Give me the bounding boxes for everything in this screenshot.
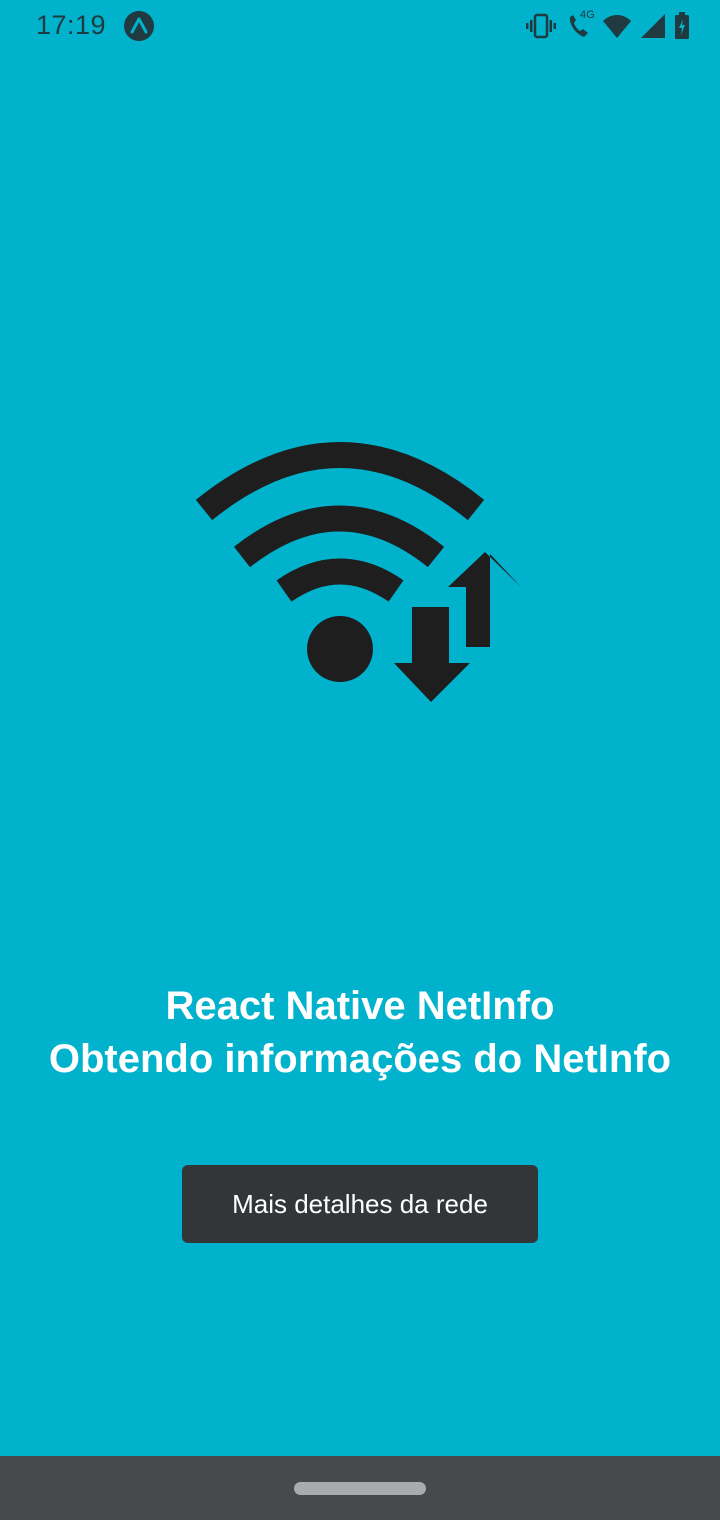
battery-charging-icon (675, 12, 689, 39)
wifi-icon (603, 15, 631, 38)
vibrate-icon (526, 13, 556, 39)
network-details-button[interactable]: Mais detalhes da rede (182, 1165, 538, 1243)
navigation-bar (0, 1456, 720, 1520)
status-time: 17:19 (36, 10, 107, 40)
call-signal: 4G (564, 9, 595, 41)
cell-signal-icon (641, 14, 665, 38)
home-gesture-handle[interactable] (294, 1482, 426, 1495)
app-screen: 17:19 4G React Native NetInfo Obtendo in… (0, 0, 720, 1456)
expo-icon (124, 11, 154, 41)
status-bar: 17:19 4G (0, 0, 720, 52)
network-type-label: 4G (580, 9, 595, 21)
page-title: React Native NetInfo Obtendo informações… (0, 980, 720, 1086)
title-line-2: Obtendo informações do NetInfo (48, 1037, 672, 1081)
wifi-transfer-icon (195, 442, 521, 702)
title-line-1: React Native NetInfo (165, 984, 555, 1028)
status-icons: 4G (526, 9, 690, 42)
